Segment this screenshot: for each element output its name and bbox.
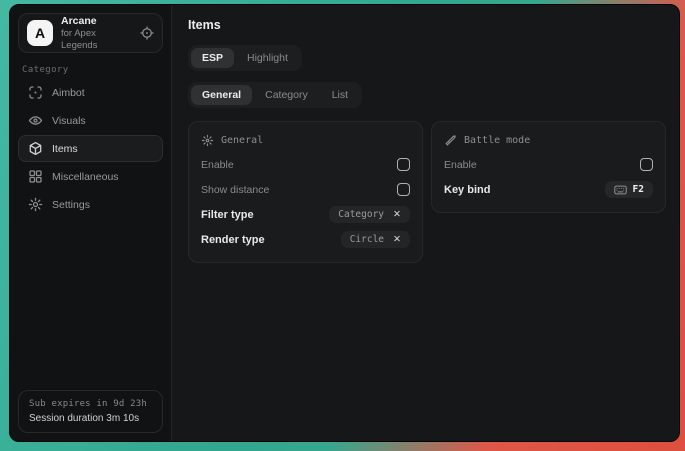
panel-title: Battle mode: [464, 135, 530, 146]
session-duration-text: Session duration 3m 10s: [29, 413, 152, 424]
setting-row-render-type: Render type Circle ✕: [201, 228, 410, 251]
panels-row: General Enable Show distance Filter type…: [188, 121, 666, 263]
sub-expires-text: Sub expires in 9d 23h: [29, 399, 152, 409]
app-subtitle: for Apex Legends: [61, 28, 132, 52]
crosshair-icon: [28, 85, 43, 100]
eye-icon: [28, 113, 43, 128]
setting-label: Key bind: [444, 184, 490, 196]
battle-mode-panel-header: Battle mode: [444, 134, 653, 147]
select-value: Category: [338, 209, 384, 220]
keyboard-icon: [614, 185, 627, 195]
clear-icon[interactable]: ✕: [393, 209, 401, 220]
mode-tabs: ESP Highlight: [188, 45, 302, 71]
sidebar-item-label: Items: [52, 143, 78, 155]
sidebar: A Arcane for Apex Legends Category: [10, 5, 172, 441]
cube-icon: [28, 141, 43, 156]
sidebar-item-visuals[interactable]: Visuals: [18, 107, 163, 134]
sidebar-item-label: Settings: [52, 199, 90, 211]
gear-icon: [28, 197, 43, 212]
setting-row-filter-type: Filter type Category ✕: [201, 203, 410, 226]
sidebar-spacer: [18, 218, 163, 390]
sidebar-item-label: Miscellaneous: [52, 171, 119, 183]
setting-row-enable: Enable: [444, 153, 653, 176]
sidebar-item-aimbot[interactable]: Aimbot: [18, 79, 163, 106]
battle-mode-panel: Battle mode Enable Key bind: [431, 121, 666, 213]
setting-label: Render type: [201, 234, 265, 246]
tab-general[interactable]: General: [191, 85, 252, 105]
sidebar-nav: Aimbot Visuals Items: [18, 79, 163, 218]
subscription-card: Sub expires in 9d 23h Session duration 3…: [18, 390, 163, 433]
sidebar-item-label: Aimbot: [52, 87, 85, 99]
sidebar-section-label: Category: [22, 65, 159, 75]
sidebar-item-label: Visuals: [52, 115, 86, 127]
app-meta: Arcane for Apex Legends: [61, 15, 132, 52]
sidebar-item-miscellaneous[interactable]: Miscellaneous: [18, 163, 163, 190]
tab-esp[interactable]: ESP: [191, 48, 234, 68]
app-window: A Arcane for Apex Legends Category: [9, 4, 680, 442]
app-header-card: A Arcane for Apex Legends: [18, 13, 163, 53]
general-panel-header: General: [201, 134, 410, 147]
sidebar-item-items[interactable]: Items: [18, 135, 163, 162]
tab-list[interactable]: List: [321, 85, 359, 105]
enable-checkbox[interactable]: [397, 158, 410, 171]
setting-row-enable: Enable: [201, 153, 410, 176]
main-content: Items ESP Highlight General Category Lis…: [172, 5, 680, 441]
sword-icon: [444, 134, 457, 147]
app-title: Arcane: [61, 15, 132, 28]
render-type-select[interactable]: Circle ✕: [341, 231, 410, 248]
clear-icon[interactable]: ✕: [393, 234, 401, 245]
show-distance-checkbox[interactable]: [397, 183, 410, 196]
battle-enable-checkbox[interactable]: [640, 158, 653, 171]
aperture-icon: [201, 134, 214, 147]
setting-label: Enable: [201, 159, 234, 171]
setting-label: Filter type: [201, 209, 254, 221]
setting-row-key-bind: Key bind F2: [444, 178, 653, 201]
panel-title: General: [221, 135, 263, 146]
target-icon[interactable]: [140, 26, 154, 40]
sidebar-item-settings[interactable]: Settings: [18, 191, 163, 218]
setting-label: Enable: [444, 159, 477, 171]
grid-icon: [28, 169, 43, 184]
setting-label: Show distance: [201, 184, 269, 196]
select-value: Circle: [350, 234, 384, 245]
page-title: Items: [188, 18, 666, 32]
general-panel: General Enable Show distance Filter type…: [188, 121, 423, 263]
key-bind-value: F2: [633, 184, 644, 195]
filter-type-select[interactable]: Category ✕: [329, 206, 410, 223]
app-logo: A: [27, 20, 53, 46]
tab-highlight[interactable]: Highlight: [236, 48, 299, 68]
view-tabs: General Category List: [188, 82, 362, 108]
key-bind-button[interactable]: F2: [605, 181, 653, 198]
tab-category[interactable]: Category: [254, 85, 319, 105]
setting-row-show-distance: Show distance: [201, 178, 410, 201]
